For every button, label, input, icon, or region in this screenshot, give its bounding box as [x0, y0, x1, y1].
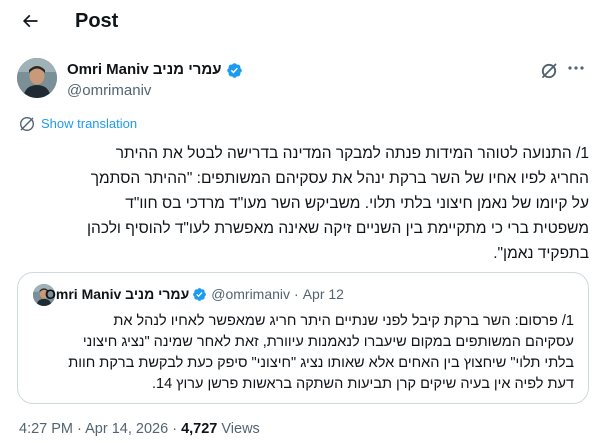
author-handle[interactable]: @omrimaniv: [67, 81, 151, 101]
quote-line: עסקיהם המשותפים במקום שיעברו לנאמנות עיו…: [82, 334, 574, 350]
post-meta: 4:27 PM · Apr 14, 2026 · 4,727 Views: [19, 420, 260, 438]
post-date[interactable]: Apr 14, 2026: [85, 421, 168, 437]
quote-separator: ·: [294, 286, 299, 302]
grok-button[interactable]: [539, 61, 559, 81]
quote-handle: @omrimaniv: [211, 286, 291, 302]
meta-separator: ·: [172, 421, 178, 437]
author-name-row[interactable]: Omri Maniv עמרי מניב: [67, 60, 243, 80]
quote-line: בלתי תלוי" שיחצוץ בין האחים אלא שאותו נצ…: [68, 355, 574, 371]
top-bar: Post: [0, 0, 607, 42]
views-count: 4,727: [181, 421, 218, 437]
quote-line: דעת לפיה אין בעיה שיקים קרן תביעות השתקה…: [151, 376, 574, 392]
tweet-line: משפטית ברי כי מתקיימת בין השניים זיקה שא…: [87, 220, 589, 237]
post-time[interactable]: 4:27 PM: [19, 421, 73, 437]
grok-icon: [541, 63, 557, 79]
tweet-line: 1/ התנועה לטוהר המידות פנתה למבקר המדינה…: [115, 145, 589, 162]
author-avatar[interactable]: [17, 58, 57, 98]
author-display-name[interactable]: Omri Maniv עמרי מניב: [67, 60, 222, 80]
show-translation-label[interactable]: Show translation: [41, 116, 137, 132]
verified-badge-icon: [193, 287, 207, 301]
verified-badge-icon[interactable]: [226, 62, 243, 79]
show-translation-button[interactable]: Show translation: [19, 116, 137, 132]
quote-date: Apr 12: [302, 286, 344, 302]
more-button[interactable]: [566, 58, 586, 78]
back-button[interactable]: [16, 7, 44, 35]
quote-display-name: Omri Maniv עמרי מניב: [45, 286, 190, 302]
quote-header: Omri Maniv עמרי מניב @omrimaniv · Apr 12: [45, 285, 344, 303]
more-icon: [568, 66, 584, 70]
tweet-line: על קיומו של נאמן חיצוני בלתי תלוי. משביק…: [125, 195, 589, 212]
meta-separator: ·: [77, 421, 82, 437]
tweet-line: החריג לפיו אחיו של השר ברקת ינהל את עסקי…: [90, 170, 589, 187]
tweet-text: 1/ התנועה לטוהר המידות פנתה למבקר המדינה…: [19, 141, 589, 266]
quote-text: 1/ פרסום: השר ברקת קיבל לפני שנתיים היתר…: [29, 311, 574, 395]
quote-line: 1/ פרסום: השר ברקת קיבל לפני שנתיים היתר…: [113, 313, 574, 329]
avatar-photo: [17, 58, 57, 98]
views-label: Views: [221, 421, 260, 437]
translate-globe-icon: [19, 116, 35, 132]
back-arrow-icon: [22, 14, 38, 28]
page-title: Post: [75, 10, 119, 32]
tweet-line: בתפקיד נאמן".: [493, 245, 589, 262]
